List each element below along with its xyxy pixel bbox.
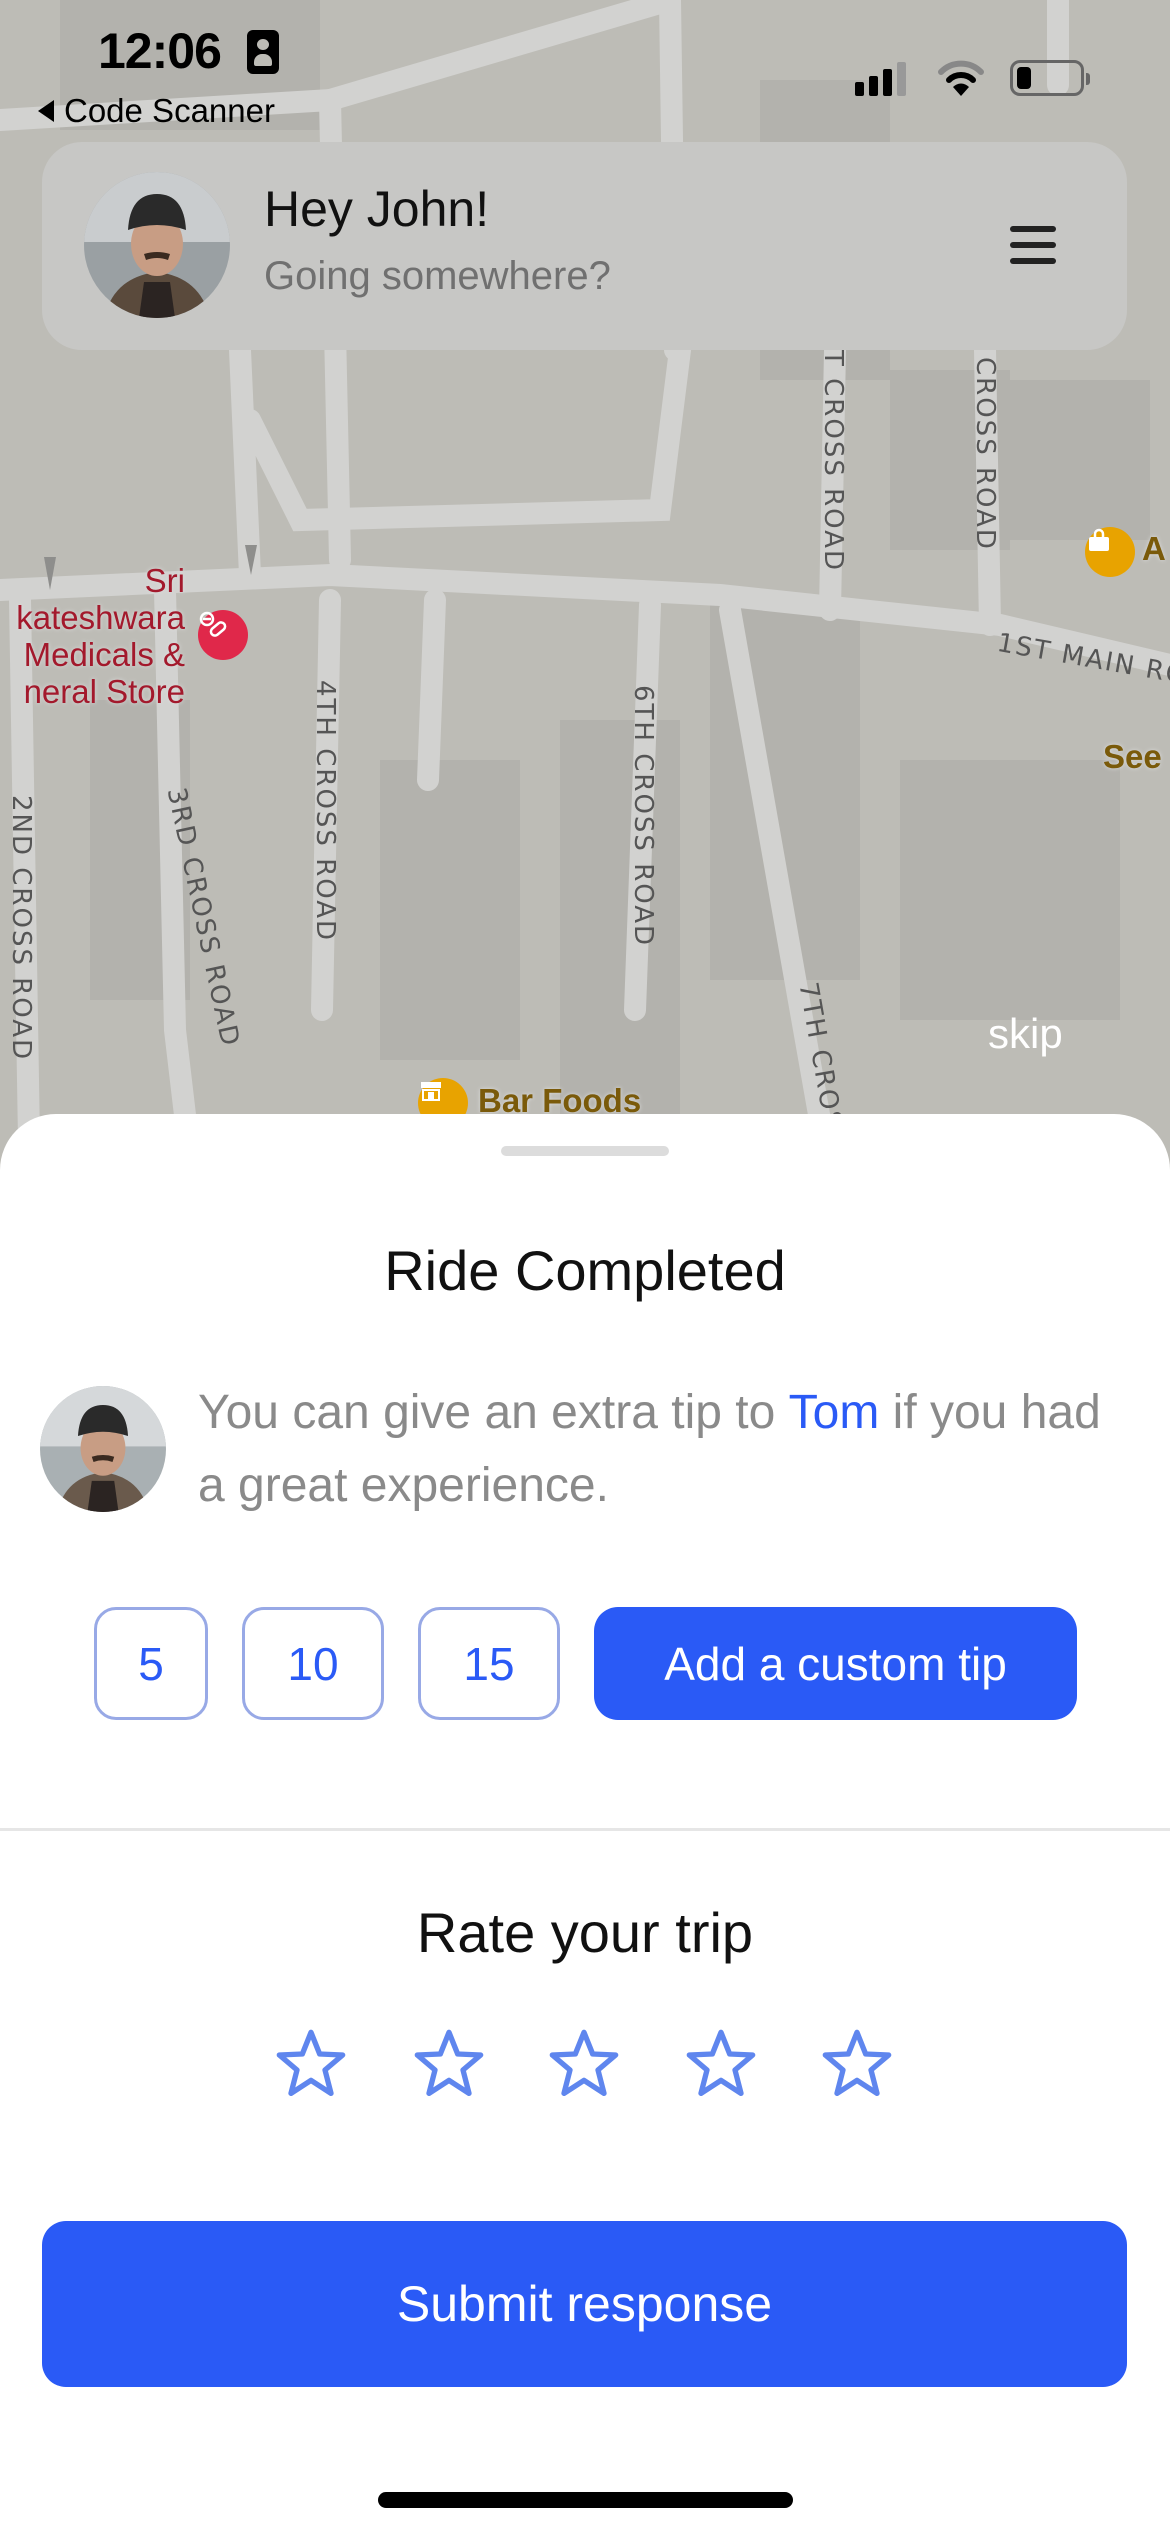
street-label: 2ND CROSS ROAD xyxy=(6,795,36,1062)
shopping-bag-icon[interactable] xyxy=(1085,527,1135,577)
greeting-title: Hey John! xyxy=(264,181,490,237)
home-indicator xyxy=(378,2492,793,2508)
star-rating[interactable] xyxy=(0,2024,1170,2104)
status-time: 12:06 xyxy=(98,23,222,79)
street-label: T CROSS ROAD xyxy=(818,350,848,572)
poi-label[interactable]: See xyxy=(1103,738,1162,776)
tip-option-10[interactable]: 10 xyxy=(242,1607,384,1720)
add-custom-tip-button[interactable]: Add a custom tip xyxy=(594,1607,1077,1720)
skip-button[interactable]: skip xyxy=(988,1010,1063,1058)
poi-label-medicals[interactable]: Sri kateshwara Medicals & neral Store xyxy=(0,562,185,710)
street-label: 6TH CROSS ROAD xyxy=(628,685,658,948)
submit-response-button[interactable]: Submit response xyxy=(42,2221,1127,2387)
sheet-title: Ride Completed xyxy=(384,1239,786,1302)
id-card-icon xyxy=(247,30,279,74)
greeting-card: Hey John! Going somewhere? xyxy=(42,142,1127,350)
sheet-drag-handle[interactable] xyxy=(501,1146,669,1156)
tip-option-5[interactable]: 5 xyxy=(94,1607,208,1720)
star-icon-1[interactable] xyxy=(271,2024,351,2104)
star-icon-3[interactable] xyxy=(544,2024,624,2104)
hamburger-menu-icon[interactable] xyxy=(1005,220,1061,270)
ride-completed-sheet: Ride Completed You can give an extra tip… xyxy=(0,1114,1170,2532)
driver-name-link[interactable]: Tom xyxy=(789,1386,880,1439)
cellular-signal-icon xyxy=(855,60,906,96)
star-icon-2[interactable] xyxy=(409,2024,489,2104)
tip-message: You can give an extra tip to Tom if you … xyxy=(198,1376,1118,1522)
back-to-app-link[interactable]: Code Scanner xyxy=(38,92,275,130)
user-avatar[interactable] xyxy=(84,172,230,318)
rating-title: Rate your trip xyxy=(416,1901,754,1964)
back-app-label: Code Scanner xyxy=(64,92,275,129)
wifi-icon xyxy=(938,60,984,96)
star-icon-5[interactable] xyxy=(817,2024,897,2104)
back-triangle-icon xyxy=(38,100,54,122)
pharmacy-icon[interactable] xyxy=(198,610,248,660)
section-divider xyxy=(0,1828,1170,1831)
battery-low-icon xyxy=(1010,60,1090,96)
poi-label[interactable]: A xyxy=(1142,530,1166,568)
tip-message-before: You can give an extra tip to xyxy=(198,1386,789,1439)
star-icon-4[interactable] xyxy=(681,2024,761,2104)
greeting-subtitle: Going somewhere? xyxy=(264,254,611,298)
driver-avatar xyxy=(40,1386,166,1512)
tip-option-15[interactable]: 15 xyxy=(418,1607,560,1720)
street-label: 4TH CROSS ROAD xyxy=(310,680,340,943)
street-label: CROSS ROAD xyxy=(970,357,1000,551)
